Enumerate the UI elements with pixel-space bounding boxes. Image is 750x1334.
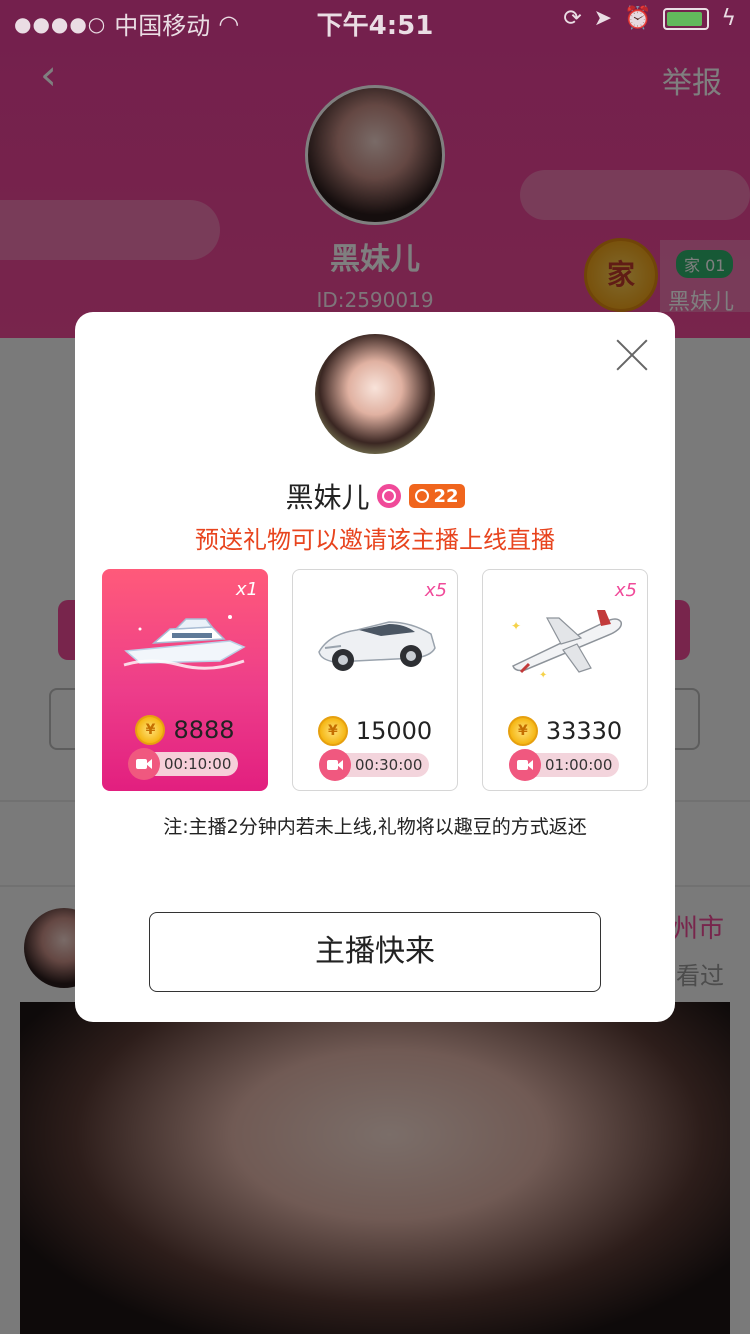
- gift-price-value: 15000: [355, 717, 433, 745]
- coin-icon: [317, 716, 348, 746]
- anchor-name: 黑妹儿: [285, 481, 370, 514]
- alarm-icon: ⏰: [624, 6, 652, 31]
- status-bar: ●●●●○ 中国移动 ◠ 下午4:51 ⟳ ➤ ⏰ ϟ: [0, 0, 750, 41]
- gift-duration: 00:10:00: [128, 748, 238, 780]
- gift-multiplier: x5: [614, 580, 637, 601]
- video-camera-icon: [509, 749, 541, 781]
- gift-price-value: 33330: [545, 717, 623, 745]
- gift-multiplier: x5: [424, 580, 447, 601]
- female-icon: [377, 484, 402, 508]
- coin-icon: [135, 715, 166, 745]
- anchor-avatar: [315, 334, 435, 454]
- gift-duration: 00:30:00: [319, 749, 429, 781]
- video-camera-icon: [319, 749, 351, 781]
- location-icon: ➤: [593, 6, 613, 31]
- gift-card-jet[interactable]: x5 ✦✦ 33330 01:00:00: [482, 569, 648, 791]
- jet-icon: ✦✦: [511, 610, 623, 680]
- gift-price: 8888: [102, 715, 268, 745]
- svg-text:✦: ✦: [511, 619, 521, 633]
- gift-duration: 01:00:00: [509, 749, 619, 781]
- rotation-lock-icon: ⟳: [563, 6, 582, 31]
- gift-duration-value: 00:10:00: [164, 755, 232, 773]
- invite-text: 预送礼物可以邀请该主播上线直播: [195, 526, 555, 554]
- level-icon: [415, 489, 430, 503]
- gift-duration-value: 01:00:00: [545, 756, 613, 774]
- gift-card-yacht[interactable]: x1 8888 00:10:00: [102, 569, 268, 791]
- level-badge: 22: [409, 484, 465, 508]
- gift-price: 15000: [293, 716, 457, 746]
- gift-invite-dialog: 黑妹儿 22 预送礼物可以邀请该主播上线直播 x1 8888 00:10:00 …: [75, 312, 675, 1022]
- gift-price: 33330: [483, 716, 647, 746]
- gift-multiplier: x1: [235, 579, 258, 600]
- gift-card-sports-car[interactable]: x5 15000 00:30:00: [292, 569, 458, 791]
- yacht-icon: [123, 615, 246, 670]
- refund-note: 注:主播2分钟内若未上线,礼物将以趣豆的方式返还: [163, 816, 587, 838]
- gift-price-value: 8888: [173, 716, 235, 744]
- charging-icon: ϟ: [721, 6, 736, 31]
- gift-duration-value: 00:30:00: [355, 756, 423, 774]
- svg-text:✦: ✦: [539, 670, 547, 680]
- anchor-name-row: 黑妹儿 22: [75, 476, 675, 516]
- coin-icon: [507, 716, 538, 746]
- invite-anchor-button[interactable]: 主播快来: [149, 912, 601, 992]
- level-value: 22: [433, 485, 459, 507]
- close-icon[interactable]: [615, 338, 649, 372]
- sports-car-icon: [318, 621, 436, 671]
- video-camera-icon: [128, 748, 160, 780]
- battery-icon: [663, 7, 710, 30]
